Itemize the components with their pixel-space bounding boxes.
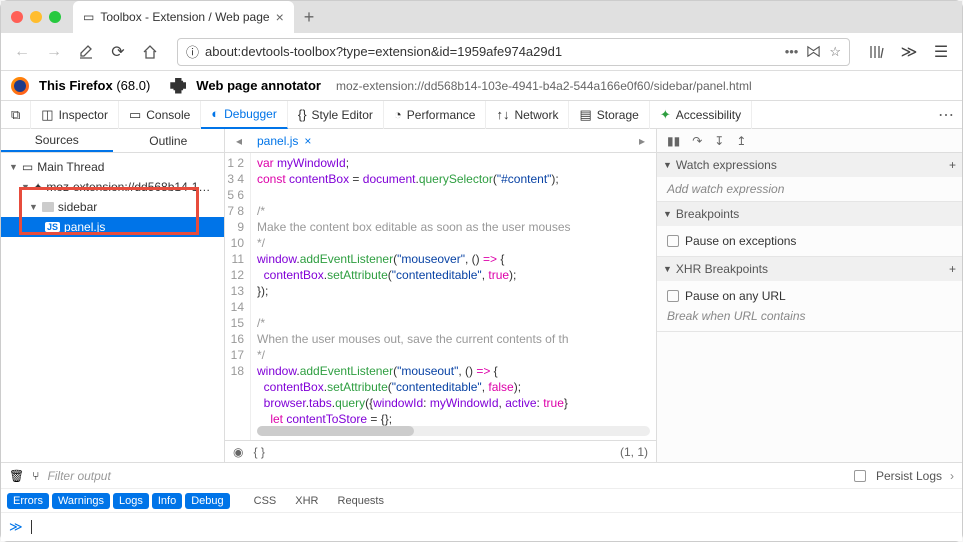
scope-icon[interactable]: ◉ [233, 445, 243, 459]
tab-inspector[interactable]: ◫Inspector [31, 101, 119, 129]
cursor [31, 520, 32, 534]
browser-tab[interactable]: ▭ Toolbox - Extension / Web page × [73, 1, 294, 33]
code-body[interactable]: 1 2 3 4 5 6 7 8 9 10 11 12 13 14 15 16 1… [225, 153, 656, 440]
tab-network[interactable]: ↑↓Network [486, 101, 569, 129]
toggle-requests[interactable]: Requests [330, 493, 392, 509]
devtools-tabs: ⧉ ◫Inspector ▭Console ◐Debugger {}Style … [1, 101, 962, 129]
console-prompt[interactable]: ≫ [1, 513, 962, 541]
new-tab-button[interactable]: + [304, 7, 315, 28]
toggle-css[interactable]: CSS [246, 493, 285, 509]
library-icon[interactable] [864, 39, 890, 65]
sources-tab[interactable]: Sources [1, 129, 113, 152]
close-tab-button[interactable]: × [276, 9, 284, 25]
tab-storage[interactable]: ▤Storage [569, 101, 649, 129]
browser-label: This Firefox (68.0) [39, 78, 150, 93]
pill-logs[interactable]: Logs [113, 493, 149, 509]
debug-controls: ▮▮ ↷ ↧ ↥ [657, 129, 962, 153]
tab-style-editor[interactable]: {}Style Editor [288, 101, 384, 129]
traffic-lights [11, 11, 61, 23]
tab-accessibility[interactable]: ✦Accessibility [650, 101, 752, 129]
resume-button[interactable]: ▮▮ [667, 134, 680, 148]
page-actions-icon[interactable]: ••• [785, 44, 799, 59]
persist-logs-toggle[interactable]: Persist Logs [854, 469, 942, 483]
overflow-icon[interactable]: ≫ [896, 39, 922, 65]
tree-origin[interactable]: ▼✦moz-extension://dd568b14-103e [1, 177, 224, 197]
maximize-window-button[interactable] [49, 11, 61, 23]
info-icon[interactable]: ⓘ [186, 42, 199, 61]
toolbox-options-button[interactable]: ⋯ [930, 105, 962, 125]
step-out-button[interactable]: ↥ [736, 134, 746, 148]
file-tab-panel-js[interactable]: panel.js× [249, 134, 319, 148]
folder-icon [42, 202, 54, 212]
window-title-bar: ▭ Toolbox - Extension / Web page × + [1, 1, 962, 33]
extension-url: moz-extension://dd568b14-103e-4941-b4a2-… [336, 79, 752, 93]
horizontal-scrollbar[interactable] [257, 426, 650, 436]
tree-file-panel-js[interactable]: JSpanel.js [1, 217, 224, 237]
code-pane: ◂ panel.js× ▸ 1 2 3 4 5 6 7 8 9 10 11 12… [225, 129, 656, 462]
pause-exceptions-checkbox[interactable] [667, 235, 679, 247]
prompt-icon: ≫ [9, 519, 23, 535]
js-file-icon: JS [45, 222, 60, 232]
tree-folder-sidebar[interactable]: ▼sidebar [1, 197, 224, 217]
navigation-bar: ← → ⟳ ⓘ about:devtools-toolbox?type=exte… [1, 33, 962, 71]
pill-errors[interactable]: Errors [7, 493, 49, 509]
add-watch-button[interactable]: + [949, 158, 956, 172]
firefox-icon [11, 77, 29, 95]
pause-any-url-row[interactable]: Pause on any URL [667, 286, 952, 306]
back-button[interactable]: ← [9, 39, 35, 65]
tab-performance[interactable]: ◔Performance [384, 101, 487, 129]
reader-icon[interactable] [806, 44, 821, 59]
tab-debugger[interactable]: ◐Debugger [201, 101, 288, 129]
minimize-window-button[interactable] [30, 11, 42, 23]
dev-button[interactable] [73, 39, 99, 65]
watch-hint[interactable]: Add watch expression [657, 177, 962, 201]
console-filter-input[interactable]: Filter output [47, 469, 846, 483]
debug-pane: ▮▮ ↷ ↧ ↥ ▼Watch expressions+ Add watch e… [656, 129, 962, 462]
tab-console[interactable]: ▭Console [119, 101, 201, 129]
cursor-position: (1, 1) [620, 445, 648, 459]
pause-any-url-checkbox[interactable] [667, 290, 679, 302]
close-file-button[interactable]: × [304, 134, 311, 148]
pill-info[interactable]: Info [152, 493, 182, 509]
xhr-hint[interactable]: Break when URL contains [667, 306, 952, 326]
outline-tab[interactable]: Outline [113, 129, 225, 152]
step-over-button[interactable]: ↷ [692, 134, 702, 148]
url-text: about:devtools-toolbox?type=extension&id… [205, 44, 779, 59]
console-drawer: 🗑 ⑂ Filter output Persist Logs › Errors … [1, 462, 962, 541]
prettify-button[interactable]: { } [253, 445, 264, 459]
reload-button[interactable]: ⟳ [105, 39, 131, 65]
iframe-picker-button[interactable]: ⧉ [1, 101, 31, 129]
tree-main-thread[interactable]: ▼▭Main Thread [1, 157, 224, 177]
bookmark-icon[interactable]: ☆ [829, 44, 841, 60]
filter-icon: ⑂ [32, 469, 39, 483]
breakpoints-header[interactable]: ▼Breakpoints [657, 202, 962, 226]
file-tab-bar: ◂ panel.js× ▸ [225, 129, 656, 153]
tab-title: Toolbox - Extension / Web page [100, 10, 269, 24]
menu-button[interactable]: ☰ [928, 39, 954, 65]
add-xhr-button[interactable]: + [949, 262, 956, 276]
watch-expressions-header[interactable]: ▼Watch expressions+ [657, 153, 962, 177]
tab-icon: ▭ [83, 10, 94, 24]
prev-file-button[interactable]: ◂ [229, 134, 249, 148]
extension-name: Web page annotator [196, 78, 321, 93]
console-overflow[interactable]: › [950, 469, 954, 483]
close-window-button[interactable] [11, 11, 23, 23]
clear-console-button[interactable]: 🗑 [9, 469, 24, 483]
identity-bar: This Firefox (68.0) Web page annotator m… [1, 71, 962, 101]
step-in-button[interactable]: ↧ [714, 134, 724, 148]
debugger-main: Sources Outline ▼▭Main Thread ▼✦moz-exte… [1, 129, 962, 462]
sources-pane: Sources Outline ▼▭Main Thread ▼✦moz-exte… [1, 129, 225, 462]
pause-on-exceptions-row[interactable]: Pause on exceptions [667, 231, 952, 251]
pill-debug[interactable]: Debug [185, 493, 229, 509]
url-bar[interactable]: ⓘ about:devtools-toolbox?type=extension&… [177, 38, 850, 66]
home-button[interactable] [137, 39, 163, 65]
code-status-bar: ◉ { } (1, 1) [225, 440, 656, 462]
forward-button[interactable]: → [41, 39, 67, 65]
sources-tree: ▼▭Main Thread ▼✦moz-extension://dd568b14… [1, 153, 224, 462]
toggle-xhr[interactable]: XHR [287, 493, 326, 509]
extension-icon [170, 78, 186, 94]
pill-warnings[interactable]: Warnings [52, 493, 110, 509]
xhr-header[interactable]: ▼XHR Breakpoints+ [657, 257, 962, 281]
next-file-button[interactable]: ▸ [632, 134, 652, 148]
